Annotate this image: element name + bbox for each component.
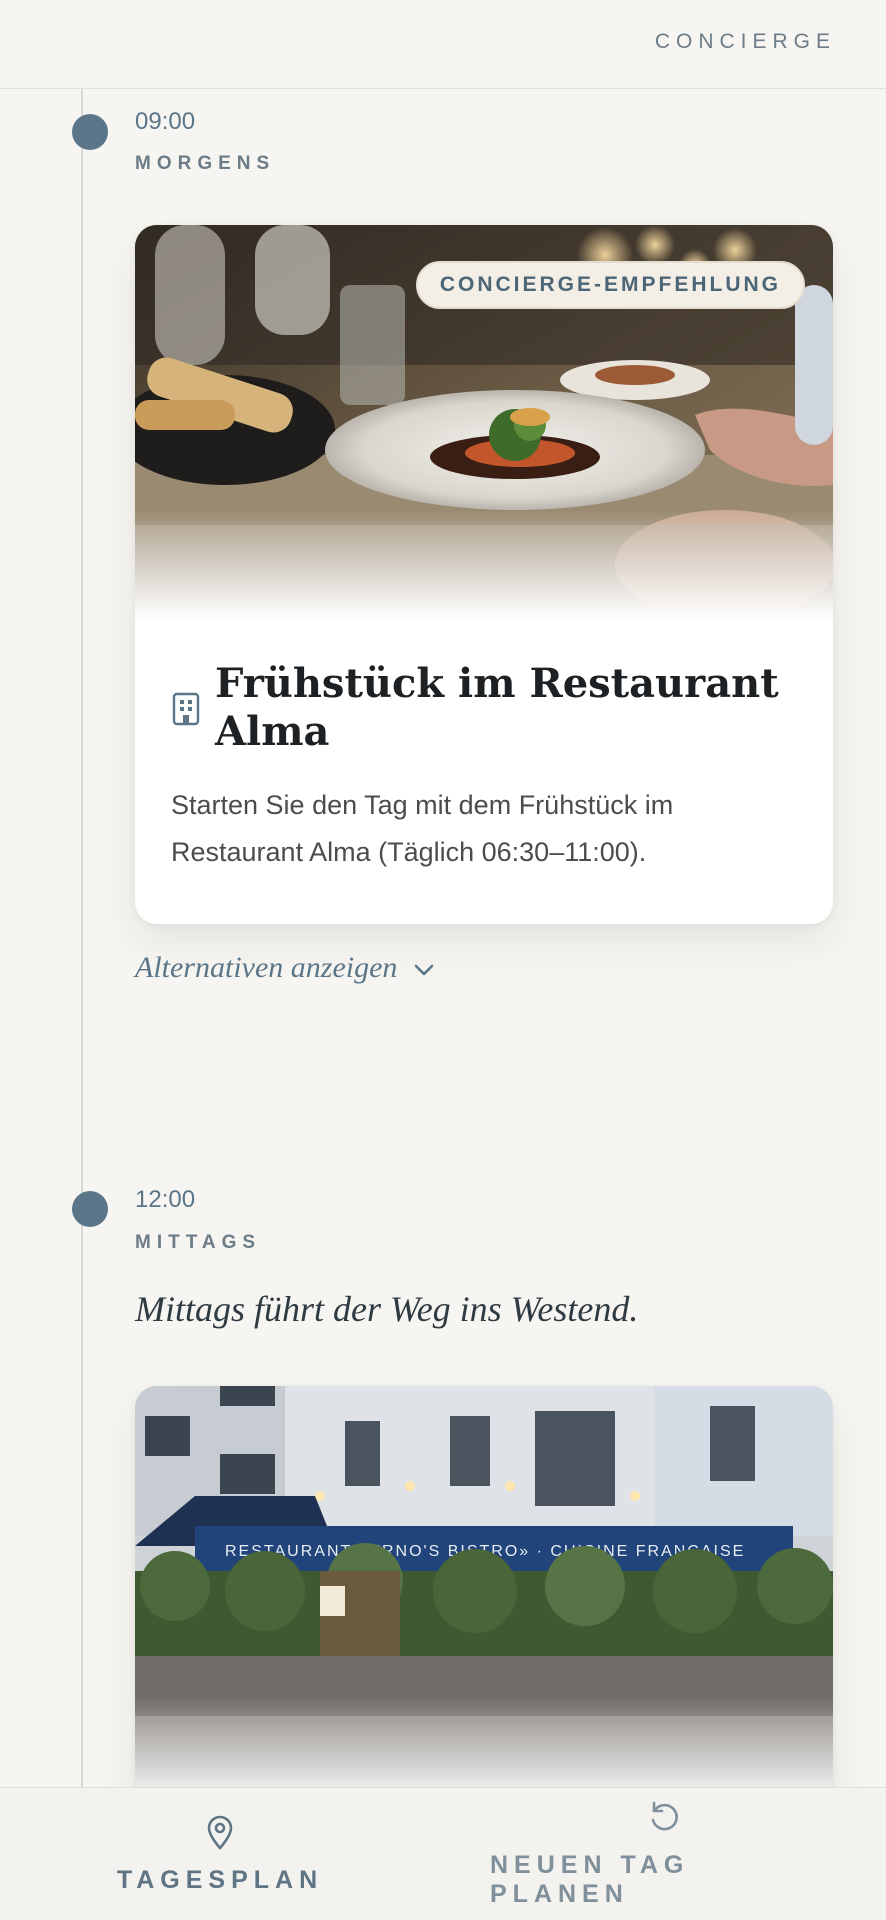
timeline-dot-morning	[72, 114, 108, 150]
card-title: Frühstück im Restaurant Alma	[215, 660, 779, 755]
bottom-navigation: TAGESPLAN NEUEN TAG PLANEN	[0, 1787, 886, 1920]
building-icon	[171, 692, 201, 731]
map-pin-icon	[205, 1815, 235, 1856]
show-alternatives-button[interactable]: Alternativen anzeigen	[135, 951, 435, 985]
photo-fade	[135, 510, 833, 620]
timeline-line	[81, 89, 83, 1789]
chevron-down-icon	[413, 951, 435, 985]
slot-lead-text: Mittags führt der Weg ins Westend.	[135, 1289, 639, 1329]
show-alternatives-label: Alternativen anzeigen	[135, 951, 398, 984]
brand-title: CONCIERGE	[654, 30, 836, 53]
recommendation-card[interactable]: CONCIERGE-EMPFEHLUNG Frühstück im Restau…	[135, 225, 833, 924]
bistro-photo: RESTAURANT «ERNO'S BISTRO» · CUISINE FRA…	[135, 1386, 833, 1806]
slot-time: 12:00	[135, 1186, 196, 1213]
nav-day-plan[interactable]: TAGESPLAN	[100, 1788, 340, 1920]
bistro-card[interactable]: RESTAURANT «ERNO'S BISTRO» · CUISINE FRA…	[135, 1386, 833, 1806]
nav-label: TAGESPLAN	[116, 1865, 324, 1894]
restaurant-photo: CONCIERGE-EMPFEHLUNG	[135, 225, 833, 620]
slot-time: 09:00	[135, 108, 196, 135]
nav-label: NEUEN TAG PLANEN	[490, 1851, 690, 1908]
card-description: Starten Sie den Tag mit dem Frühstück im…	[171, 790, 674, 867]
concierge-badge: CONCIERGE-EMPFEHLUNG	[415, 261, 805, 309]
nav-new-day[interactable]: NEUEN TAG PLANEN	[490, 1788, 840, 1920]
refresh-icon	[647, 1800, 683, 1841]
card-body: Frühstück im Restaurant Alma Starten Sie…	[135, 620, 833, 924]
slot-period: MORGENS	[135, 153, 276, 174]
timeline-dot-noon	[72, 1191, 108, 1227]
slot-period: MITTAGS	[135, 1232, 262, 1253]
top-bar: CONCIERGE	[0, 0, 886, 89]
